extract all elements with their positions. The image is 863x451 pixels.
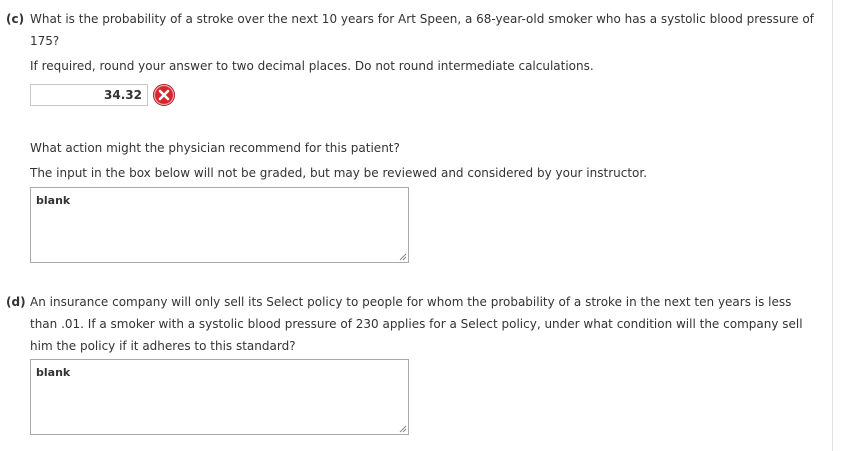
part-c-question-line-2: 175? (30, 34, 60, 48)
page-edge-divider (832, 0, 833, 451)
part-c-essay-value: blank (36, 194, 71, 207)
resize-grip-icon[interactable] (397, 423, 407, 433)
part-d-question: (d) An insurance company will only sell … (6, 291, 826, 357)
resize-grip-icon[interactable] (397, 251, 407, 261)
followup-question: What action might the physician recommen… (30, 141, 400, 155)
part-d-essay-value: blank (36, 366, 71, 379)
part-c-label: (c) (6, 12, 25, 26)
part-d-essay-input[interactable]: blank (30, 359, 409, 435)
part-d-label: (d) (6, 295, 26, 309)
part-c-question-line-1: What is the probability of a stroke over… (30, 12, 814, 26)
grading-note: The input in the box below will not be g… (30, 166, 648, 180)
part-d-question-line-3: him the policy if it adheres to this sta… (30, 339, 296, 353)
part-d-question-line-2: than .01. If a smoker with a systolic bl… (30, 317, 803, 331)
part-c-essay-input[interactable]: blank (30, 187, 409, 263)
rounding-note: If required, round your answer to two de… (30, 59, 594, 73)
part-c-question: (c) What is the probability of a stroke … (6, 8, 826, 52)
x-circle-icon (153, 84, 175, 106)
answer-value: 34.32 (104, 88, 142, 102)
part-d-question-line-1: An insurance company will only sell its … (30, 295, 792, 309)
answer-input[interactable]: 34.32 (30, 84, 148, 106)
